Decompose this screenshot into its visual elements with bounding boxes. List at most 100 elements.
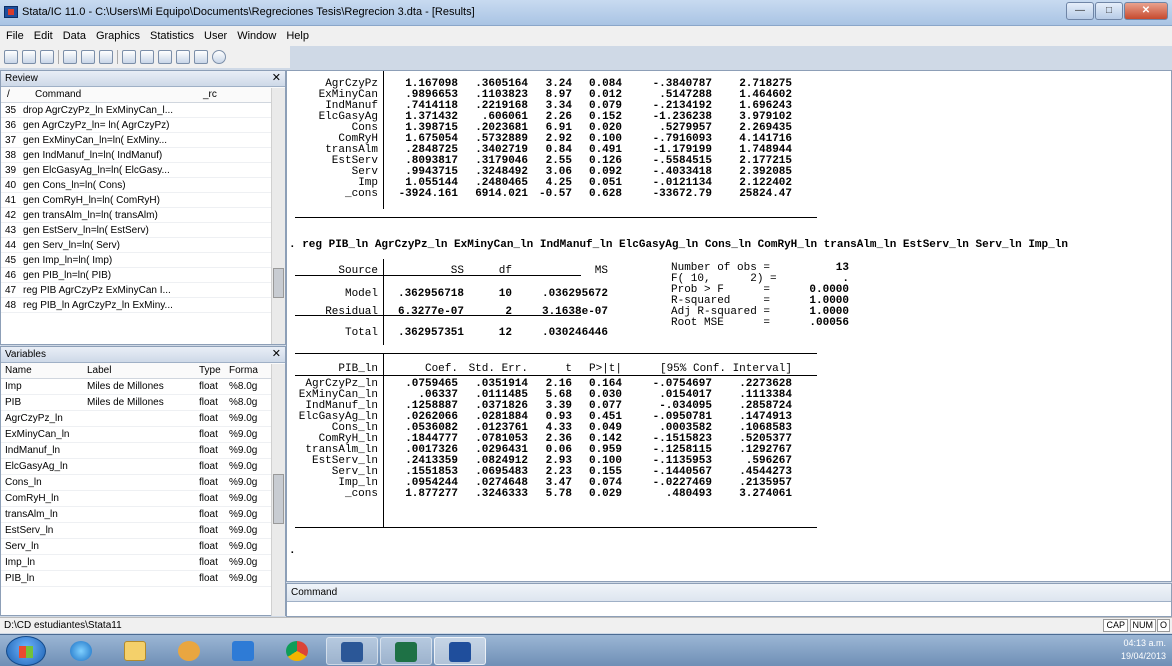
variable-row[interactable]: IndManuf_ln float %9.0g — [1, 443, 285, 459]
menu-file[interactable]: File — [6, 30, 24, 42]
anova-row-header-cell: df — [498, 264, 512, 277]
break-icon[interactable] — [212, 50, 226, 64]
taskbar-chrome-button[interactable] — [272, 637, 324, 665]
variables-scrollbar[interactable] — [271, 364, 285, 616]
start-button[interactable] — [6, 636, 46, 666]
viewer-icon[interactable] — [81, 50, 95, 64]
review-col-command[interactable]: Command — [23, 87, 203, 102]
variable-format: %8.0g — [229, 397, 258, 408]
review-row[interactable]: 38 gen IndManuf_ln=ln( IndManuf) — [1, 148, 285, 163]
results-separator — [295, 375, 817, 376]
results-prompt: . — [289, 545, 296, 557]
command-input[interactable] — [287, 602, 1171, 616]
variables-col-format[interactable]: Forma — [229, 363, 269, 378]
variable-format: %9.0g — [229, 461, 258, 472]
review-row[interactable]: 42 gen transAlm_ln=ln( transAlm) — [1, 208, 285, 223]
menu-graphics[interactable]: Graphics — [96, 30, 140, 42]
excel-icon — [395, 642, 417, 662]
data-browser-icon[interactable] — [158, 50, 172, 64]
clock-time[interactable]: 04:13 a.m. — [1121, 637, 1166, 650]
taskbar-excel-button[interactable] — [380, 637, 432, 665]
review-row[interactable]: 40 gen Cons_ln=ln( Cons) — [1, 178, 285, 193]
top-row: _cons -3924.161 6914.021 -0.57 0.628 -33672.7… — [287, 189, 795, 200]
taskbar-stata-button[interactable] — [434, 637, 486, 665]
variable-label: Miles de Millones — [87, 397, 164, 408]
do-file-editor-icon[interactable] — [122, 50, 136, 64]
clock-date[interactable]: 19/04/2013 — [1121, 650, 1166, 663]
review-row-command: gen PIB_ln=ln( PIB) — [23, 270, 112, 281]
variable-label — [87, 427, 199, 442]
review-row-command: reg PIB AgrCzyPz ExMinyCan I... — [23, 285, 171, 296]
menu-statistics[interactable]: Statistics — [150, 30, 194, 42]
open-icon[interactable] — [4, 50, 18, 64]
review-row[interactable]: 44 gen Serv_ln=ln( Serv) — [1, 238, 285, 253]
variable-type: float — [199, 429, 218, 440]
close-icon[interactable]: ✕ — [272, 71, 281, 86]
minimize-button[interactable]: — — [1066, 2, 1094, 20]
results-window: AgrCzyPz 1.167098.3605164 3.24 0.084 -.38407… — [286, 70, 1172, 582]
variable-row[interactable]: Serv_ln float %9.0g — [1, 539, 285, 555]
review-row-number: 47 — [5, 285, 17, 296]
close-icon[interactable]: ✕ — [272, 347, 281, 362]
coef-row-header-cell: [95% Conf. Interval] — [659, 362, 792, 375]
variable-row[interactable]: ComRyH_ln float %9.0g — [1, 491, 285, 507]
variables-col-name[interactable]: Name — [1, 363, 87, 378]
coef-row: _cons 1.877277 .3246333 5.78 0.029 .480493 3.2… — [287, 489, 795, 500]
review-row[interactable]: 45 gen Imp_ln=ln( Imp) — [1, 253, 285, 268]
variable-row[interactable]: Imp_ln float %9.0g — [1, 555, 285, 571]
variable-name: Cons_ln — [5, 477, 42, 488]
review-scrollbar[interactable] — [271, 88, 285, 344]
variable-row[interactable]: Cons_ln float %9.0g — [1, 475, 285, 491]
print-icon[interactable] — [40, 50, 54, 64]
review-row[interactable]: 46 gen PIB_ln=ln( PIB) — [1, 268, 285, 283]
taskbar-ie-button[interactable] — [56, 637, 108, 665]
variable-type: float — [199, 477, 218, 488]
results-separator — [383, 353, 384, 527]
review-row[interactable]: 39 gen ElcGasyAg_ln=ln( ElcGasy... — [1, 163, 285, 178]
maximize-button[interactable]: □ — [1095, 2, 1123, 20]
variable-type: float — [199, 413, 218, 424]
variable-format: %9.0g — [229, 525, 258, 536]
variable-row[interactable]: transAlm_ln float %9.0g — [1, 507, 285, 523]
variable-row[interactable]: ElcGasyAg_ln float %9.0g — [1, 459, 285, 475]
taskbar-media-button[interactable] — [164, 637, 216, 665]
close-button[interactable]: ✕ — [1124, 2, 1168, 20]
variable-row[interactable]: AgrCzyPz_ln float %9.0g — [1, 411, 285, 427]
review-col-slash[interactable]: / — [1, 87, 23, 102]
taskbar-explorer-button[interactable] — [110, 637, 162, 665]
coef-row-value: 3.274061 — [739, 488, 792, 500]
variables-col-type[interactable]: Type — [199, 363, 229, 378]
taskbar-word-button[interactable] — [326, 637, 378, 665]
review-row[interactable]: 43 gen EstServ_ln=ln( EstServ) — [1, 223, 285, 238]
variable-row[interactable]: PIB Miles de Millones float %8.0g — [1, 395, 285, 411]
more-icon[interactable] — [194, 50, 208, 64]
variable-row[interactable]: PIB_ln float %9.0g — [1, 571, 285, 587]
review-row[interactable]: 35 drop AgrCzyPz_ln ExMinyCan_l... — [1, 103, 285, 118]
review-row[interactable]: 37 gen ExMinyCan_ln=ln( ExMiny... — [1, 133, 285, 148]
toolbar — [0, 46, 290, 68]
review-row[interactable]: 48 reg PIB_ln AgrCzyPz_ln ExMiny... — [1, 298, 285, 313]
save-icon[interactable] — [22, 50, 36, 64]
graph-icon[interactable] — [99, 50, 113, 64]
review-row[interactable]: 41 gen ComRyH_ln=ln( ComRyH) — [1, 193, 285, 208]
variables-manager-icon[interactable] — [176, 50, 190, 64]
variables-col-label[interactable]: Label — [87, 363, 199, 378]
review-row[interactable]: 36 gen AgrCzyPz_ln= ln( AgrCzyPz) — [1, 118, 285, 133]
anova-row-header-cell: MS — [594, 264, 608, 277]
menu-edit[interactable]: Edit — [34, 30, 53, 42]
review-row[interactable]: 47 reg PIB AgrCzyPz ExMinyCan I... — [1, 283, 285, 298]
anova-row: Model .362956718 10 .036295672 — [287, 281, 611, 307]
menu-window[interactable]: Window — [237, 30, 276, 42]
menu-help[interactable]: Help — [286, 30, 309, 42]
review-col-rc[interactable]: _rc — [203, 87, 243, 102]
log-icon[interactable] — [63, 50, 77, 64]
menu-user[interactable]: User — [204, 30, 227, 42]
data-editor-icon[interactable] — [140, 50, 154, 64]
menu-data[interactable]: Data — [63, 30, 86, 42]
variable-row[interactable]: Imp Miles de Millones float %8.0g — [1, 379, 285, 395]
variable-type: float — [199, 381, 218, 392]
anova-row-label: Residual — [325, 306, 378, 318]
taskbar-outlook-button[interactable] — [218, 637, 270, 665]
variable-row[interactable]: ExMinyCan_ln float %9.0g — [1, 427, 285, 443]
variable-row[interactable]: EstServ_ln float %9.0g — [1, 523, 285, 539]
